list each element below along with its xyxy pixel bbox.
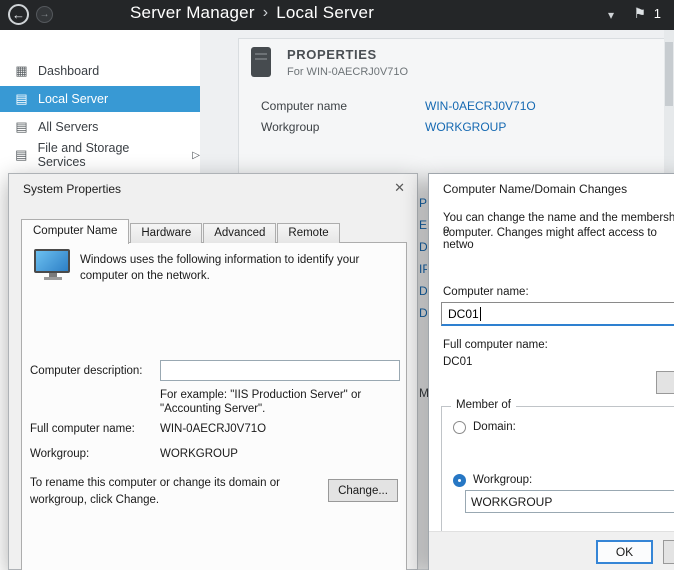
ok-button[interactable]: OK bbox=[596, 540, 653, 564]
computer-name-tab-panel: Windows uses the following information t… bbox=[21, 242, 407, 570]
sidebar-item-local-server[interactable]: ▤ Local Server bbox=[0, 86, 200, 112]
forward-icon[interactable]: → bbox=[36, 6, 53, 23]
intro-text: Windows uses the following information t… bbox=[80, 253, 402, 284]
dialog-title: System Properties bbox=[23, 182, 121, 196]
computer-name-input-value: DC01 bbox=[448, 307, 479, 321]
breadcrumb-page[interactable]: Local Server bbox=[276, 3, 374, 23]
server-manager-window: ← → Server Manager › Local Server ▾ ⚑ 1 … bbox=[0, 0, 674, 570]
cancel-button-partial[interactable] bbox=[663, 540, 674, 564]
clipped-value: En bbox=[419, 218, 427, 232]
text-caret bbox=[480, 307, 481, 321]
notification-flag-icon[interactable]: ⚑ bbox=[633, 5, 646, 22]
notification-count: 1 bbox=[654, 6, 661, 21]
more-button-partial[interactable] bbox=[656, 371, 674, 394]
computer-description-input[interactable] bbox=[160, 360, 400, 381]
chevron-down-icon[interactable]: ▾ bbox=[608, 8, 614, 22]
monitor-icon bbox=[34, 249, 72, 280]
computer-name-label: Computer name: bbox=[443, 286, 529, 298]
server-icon: ▤ bbox=[14, 91, 29, 107]
close-icon[interactable]: ✕ bbox=[394, 180, 405, 196]
system-properties-dialog: System Properties ✕ Computer Name Hardwa… bbox=[8, 173, 418, 570]
server-icon: ▤ bbox=[14, 147, 29, 163]
domain-radio-label: Domain: bbox=[473, 421, 516, 433]
workgroup-radio-label: Workgroup: bbox=[473, 474, 532, 486]
chevron-right-icon[interactable]: ▷ bbox=[192, 150, 200, 161]
properties-heading: PROPERTIES bbox=[287, 47, 377, 62]
sidebar-item-label: Local Server bbox=[38, 92, 108, 106]
tab-strip: Computer Name Hardware Advanced Remote bbox=[21, 218, 341, 243]
properties-subheading: For WIN-0AECRJ0V71O bbox=[287, 66, 408, 78]
computer-name-input[interactable]: DC01 bbox=[441, 302, 674, 326]
change-button[interactable]: Change... bbox=[328, 479, 398, 502]
workgroup-link[interactable]: WORKGROUP bbox=[425, 120, 506, 134]
sidebar-item-all-servers[interactable]: ▤ All Servers bbox=[0, 114, 200, 140]
title-bar: ← → Server Manager › Local Server ▾ ⚑ 1 bbox=[0, 0, 674, 30]
domain-radio[interactable] bbox=[453, 421, 466, 434]
computer-description-label: Computer description: bbox=[30, 365, 143, 377]
breadcrumb-separator: › bbox=[263, 4, 269, 22]
dialog-title: Computer Name/Domain Changes bbox=[443, 182, 627, 196]
workgroup-radio[interactable] bbox=[453, 474, 466, 487]
clipped-value: Di bbox=[419, 284, 427, 298]
clipped-value: Pu bbox=[419, 196, 427, 210]
example-text-line2: "Accounting Server". bbox=[160, 403, 265, 415]
workgroup-input[interactable] bbox=[465, 490, 674, 513]
computer-name-label: Computer name bbox=[261, 99, 347, 113]
full-computer-name-value: WIN-0AECRJ0V71O bbox=[160, 423, 266, 435]
tab-hardware[interactable]: Hardware bbox=[130, 223, 202, 243]
rename-hint-text: To rename this computer or change its do… bbox=[30, 475, 318, 510]
sidebar-item-label: All Servers bbox=[38, 120, 98, 134]
member-of-label: Member of bbox=[451, 399, 516, 411]
vertical-scrollbar[interactable] bbox=[664, 30, 674, 173]
tab-remote[interactable]: Remote bbox=[277, 223, 339, 243]
workgroup-label: Workgroup: bbox=[30, 448, 89, 460]
tab-advanced[interactable]: Advanced bbox=[203, 223, 276, 243]
breadcrumb-app[interactable]: Server Manager bbox=[130, 3, 255, 23]
computer-name-domain-changes-dialog: Computer Name/Domain Changes You can cha… bbox=[428, 173, 674, 570]
scrollbar-thumb[interactable] bbox=[665, 42, 673, 106]
full-computer-name-label: Full computer name: bbox=[443, 339, 548, 351]
workgroup-value: WORKGROUP bbox=[160, 448, 238, 460]
sidebar-item-file-storage-services[interactable]: ▤ File and Storage Services ▷ bbox=[0, 142, 200, 168]
clipped-value: Di bbox=[419, 306, 427, 320]
full-computer-name-label: Full computer name: bbox=[30, 423, 135, 435]
back-icon[interactable]: ← bbox=[8, 4, 29, 25]
clipped-text: M bbox=[419, 386, 428, 400]
breadcrumb: Server Manager › Local Server bbox=[130, 3, 374, 23]
workgroup-label: Workgroup bbox=[261, 120, 319, 134]
dashboard-icon: ▦ bbox=[14, 63, 29, 79]
sidebar-item-label: Dashboard bbox=[38, 64, 99, 78]
computer-name-link[interactable]: WIN-0AECRJ0V71O bbox=[425, 99, 536, 113]
example-text-line1: For example: "IIS Production Server" or bbox=[160, 389, 361, 401]
sidebar-item-label: File and Storage Services bbox=[38, 141, 178, 169]
clipped-value: Di bbox=[419, 240, 427, 254]
clipped-value: IP bbox=[419, 262, 427, 276]
tab-computer-name[interactable]: Computer Name bbox=[21, 219, 129, 244]
full-computer-name-value: DC01 bbox=[443, 356, 472, 368]
server-icon: ▤ bbox=[14, 119, 29, 135]
properties-icon bbox=[251, 47, 271, 77]
sidebar-item-dashboard[interactable]: ▦ Dashboard bbox=[0, 58, 200, 84]
intro-text-line2: computer. Changes might affect access to… bbox=[443, 227, 674, 251]
